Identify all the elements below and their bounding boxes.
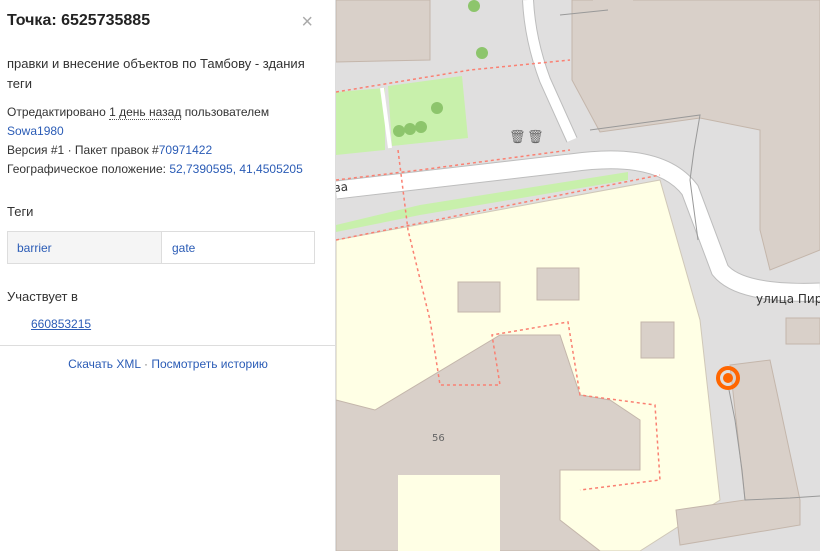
building[interactable] xyxy=(785,317,820,345)
courtyard xyxy=(398,475,500,551)
tree-icon[interactable] xyxy=(393,125,405,137)
map-view[interactable]: 🗑 🗑 ва улица Пиро xyxy=(336,0,820,551)
tree-icon[interactable] xyxy=(476,47,488,59)
view-history-link[interactable]: Посмотреть историю xyxy=(151,357,268,371)
part-of-heading: Участвует в xyxy=(7,289,78,304)
footer-separator: · xyxy=(143,357,148,371)
user-link[interactable]: Sowa1980 xyxy=(7,124,64,138)
building[interactable] xyxy=(536,267,580,301)
feature-metadata: Отредактировано 1 день назад пользовател… xyxy=(7,103,327,179)
building[interactable] xyxy=(593,0,633,10)
street-label-right: улица Пиро xyxy=(756,292,820,306)
sidebar-footer: Скачать XML · Посмотреть историю xyxy=(0,357,336,371)
street-label-top: ва xyxy=(336,180,349,195)
edited-by-label: пользователем xyxy=(184,105,270,119)
tree-icon[interactable] xyxy=(431,102,443,114)
location-label: Географическое положение: xyxy=(7,162,166,176)
map-canvas[interactable]: 🗑 🗑 ва улица Пиро xyxy=(336,0,820,551)
park-area[interactable] xyxy=(336,88,385,155)
relation-link[interactable]: 660853215 xyxy=(31,317,91,331)
separator: · xyxy=(67,143,72,157)
tree-icon[interactable] xyxy=(468,0,480,12)
tree-icon[interactable] xyxy=(415,121,427,133)
location-link[interactable]: 52,7390595, 41,4505205 xyxy=(169,162,302,176)
feature-title: Точка: 6525735885 xyxy=(7,12,151,29)
changeset-comment: правки и внесение объектов по Тамбову - … xyxy=(7,56,305,91)
house-number: 56 xyxy=(432,433,445,444)
version-label: Версия #1 xyxy=(7,143,65,157)
divider xyxy=(0,345,336,346)
building[interactable] xyxy=(457,281,501,313)
building[interactable] xyxy=(640,321,675,359)
changeset-link[interactable]: 70971422 xyxy=(159,143,212,157)
tag-key[interactable]: barrier xyxy=(8,232,162,263)
gate-icon[interactable] xyxy=(723,373,733,383)
tag-value[interactable]: gate xyxy=(162,232,314,263)
tags-heading: Теги xyxy=(7,204,34,219)
waste-basket-icon[interactable]: 🗑 xyxy=(509,129,526,144)
tree-icon[interactable] xyxy=(404,123,416,135)
feature-sidebar: Точка: 6525735885 × правки и внесение об… xyxy=(0,0,336,551)
download-xml-link[interactable]: Скачать XML xyxy=(68,357,141,371)
waste-basket-icon[interactable]: 🗑 xyxy=(527,129,544,144)
edited-time: 1 день назад xyxy=(109,105,182,120)
close-icon[interactable]: × xyxy=(301,12,313,32)
edited-label: Отредактировано xyxy=(7,105,106,119)
changeset-label: Пакет правок # xyxy=(74,143,159,157)
building[interactable] xyxy=(336,0,431,63)
title-row: Точка: 6525735885 × xyxy=(7,12,323,36)
tags-table: barrier gate xyxy=(7,231,315,264)
